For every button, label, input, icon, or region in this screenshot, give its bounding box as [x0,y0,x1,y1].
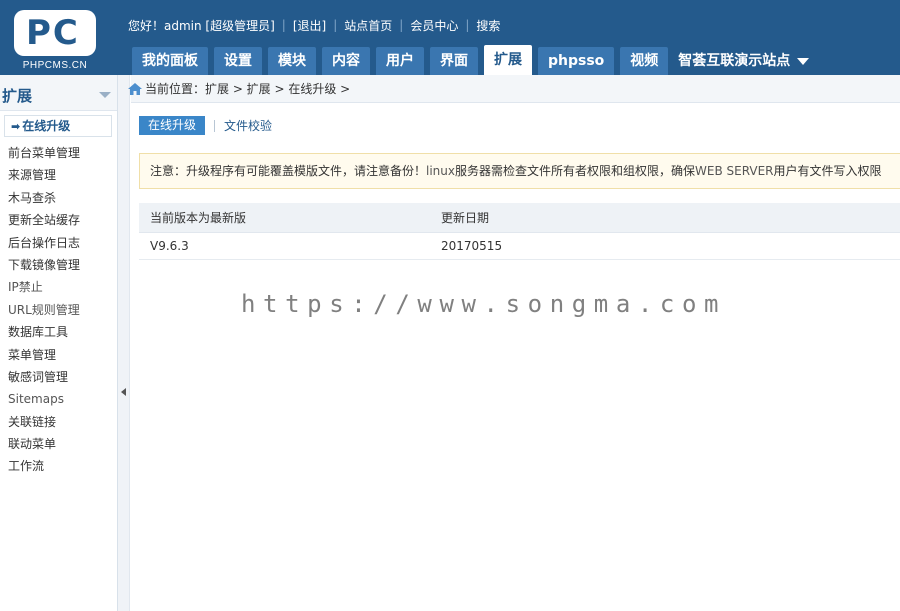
notice-box: 注意：升级程序有可能覆盖模版文件，请注意备份！linux服务器需检查文件所有者权… [139,153,900,189]
sidebar-item[interactable]: 来源管理 [8,164,80,186]
nav-tab-panel[interactable]: 我的面板 [132,47,208,75]
main-content: 在线升级 文件校验 注意：升级程序有可能覆盖模版文件，请注意备份！linux服务… [131,103,900,611]
top-header: PC PHPCMS.CN 您好！admin [超级管理员] | [退出] | 站… [0,0,900,75]
sidebar-item[interactable]: 木马查杀 [8,187,80,209]
sidebar-item[interactable]: 下载镜像管理 [8,254,80,276]
sidebar-item[interactable]: 关联链接 [8,411,80,433]
version-table: 当前版本为最新版 更新日期 V9.6.3 20170515 [139,203,900,260]
column-header: 更新日期 [430,203,900,233]
sidebar-item-online-upgrade[interactable]: ➡ 在线升级 [4,115,112,137]
sidebar-collapse-handle[interactable] [118,75,130,611]
divider: | [281,18,286,32]
table-cell: V9.6.3 [139,232,430,260]
divider: | [333,18,338,32]
sidebar-header[interactable]: 扩展 [0,75,117,111]
table-cell: 20170515 [430,232,900,260]
nav-tab-phpsso[interactable]: phpsso [538,47,615,75]
sidebar-item[interactable]: IP禁止 [8,276,80,298]
tab-file-check[interactable]: 文件校验 [224,117,272,134]
breadcrumb: 当前位置：扩展 > 扩展 > 在线升级 > [128,75,900,103]
logo-mark: PC [14,10,96,56]
divider [214,119,216,132]
nav-tab-users[interactable]: 用户 [376,47,424,75]
nav-tab-interface[interactable]: 界面 [430,47,478,75]
notice-text: 服务器需检查文件所有者权限和组权限，确保 [455,164,696,178]
phpcms-logo[interactable]: PC PHPCMS.CN [14,10,96,71]
sub-tabs: 在线升级 文件校验 [139,116,272,135]
site-selector-label: 智荟互联演示站点 [678,53,791,69]
top-links: 您好！admin [超级管理员] | [退出] | 站点首页 | 会员中心 | … [128,16,500,34]
nav-tab-content[interactable]: 内容 [322,47,370,75]
table-header-row: 当前版本为最新版 更新日期 [139,203,900,233]
divider: | [399,18,404,32]
sidebar-item[interactable]: 前台菜单管理 [8,142,80,164]
sidebar-item[interactable]: 联动菜单 [8,433,80,455]
sidebar-item[interactable]: 更新全站缓存 [8,209,80,231]
chevron-left-icon [121,388,126,396]
sidebar-menu: 前台菜单管理 来源管理 木马查杀 更新全站缓存 后台操作日志 下载镜像管理 IP… [8,142,80,478]
home-icon[interactable] [128,82,142,95]
notice-text: WEB SERVER [695,164,774,178]
sidebar-item[interactable]: Sitemaps [8,388,80,410]
search-link[interactable]: 搜索 [476,17,500,34]
column-header: 当前版本为最新版 [139,203,430,233]
logo-mark-text: PC [26,13,80,53]
chevron-down-icon [797,57,810,65]
sidebar: 扩展 ➡ 在线升级 前台菜单管理 来源管理 木马查杀 更新全站缓存 后台操作日志 … [0,75,118,611]
sidebar-item-label: 在线升级 [22,119,71,133]
tab-online-upgrade[interactable]: 在线升级 [139,116,206,135]
logo-subtitle: PHPCMS.CN [22,60,88,71]
table-row: V9.6.3 20170515 [139,232,900,260]
notice-text: 用户有文件写入权限 [773,164,882,178]
arrow-right-icon: ➡ [11,120,21,133]
nav-tab-settings[interactable]: 设置 [214,47,262,75]
divider: | [465,18,470,32]
notice-text: linux [426,164,455,178]
breadcrumb-text: 当前位置：扩展 > 扩展 > 在线升级 > [145,82,351,96]
nav-tab-extensions[interactable]: 扩展 [484,45,532,75]
sidebar-title: 扩展 [2,87,33,105]
member-center-link[interactable]: 会员中心 [410,17,458,34]
sidebar-item[interactable]: 后台操作日志 [8,232,80,254]
sidebar-item[interactable]: URL规则管理 [8,299,80,321]
sidebar-item[interactable]: 敏感词管理 [8,366,80,388]
nav-tab-video[interactable]: 视频 [620,47,669,75]
site-selector[interactable]: 智荟互联演示站点 [674,47,810,75]
watermark-text: https://www.songma.com [241,290,727,318]
chevron-down-icon [99,92,111,98]
main-nav: 我的面板 设置 模块 内容 用户 界面 扩展 phpsso 视频 智荟互联演示站… [132,45,810,75]
logout-link[interactable]: [退出] [293,17,326,34]
sidebar-item[interactable]: 数据库工具 [8,321,80,343]
notice-text: 注意：升级程序有可能覆盖模版文件，请注意备份！ [150,164,427,178]
greeting-text: 您好！admin [超级管理员] [128,18,275,33]
nav-tab-modules[interactable]: 模块 [268,47,316,75]
sidebar-item[interactable]: 工作流 [8,455,80,477]
sidebar-item[interactable]: 菜单管理 [8,344,80,366]
site-home-link[interactable]: 站点首页 [344,17,392,34]
